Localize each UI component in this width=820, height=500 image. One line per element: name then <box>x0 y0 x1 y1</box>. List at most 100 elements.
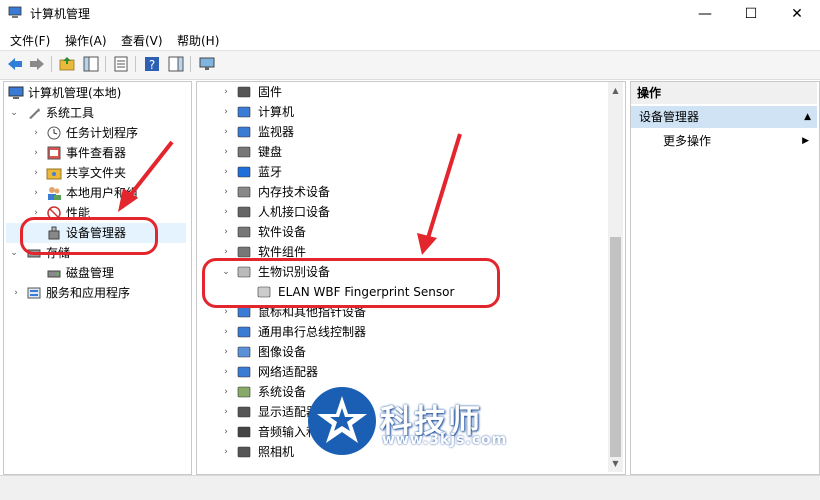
chevron-right-icon[interactable]: › <box>220 202 232 222</box>
watermark-url: www.3kjs.com <box>382 432 508 448</box>
device-category-memory-tech[interactable]: › 内存技术设备 <box>196 182 606 202</box>
menu-file[interactable]: 文件(F) <box>10 32 50 49</box>
computer-icon <box>237 106 251 118</box>
tree-disk-management[interactable]: 磁盘管理 <box>6 263 186 283</box>
disk-management-label: 磁盘管理 <box>66 266 115 280</box>
menu-action[interactable]: 操作(A) <box>65 32 107 49</box>
chevron-right-icon[interactable]: › <box>30 123 42 143</box>
tree-item-task-scheduler[interactable]: › 任务计划程序 <box>6 123 186 143</box>
tree-root-label: 计算机管理(本地) <box>28 86 122 100</box>
device-category-network-adapters[interactable]: › 网络适配器 <box>196 362 606 382</box>
device-category-computer[interactable]: › 计算机 <box>196 102 606 122</box>
device-category-label: 蓝牙 <box>258 165 283 179</box>
collapse-up-icon[interactable]: ▲ <box>804 106 811 128</box>
monitor-icon <box>237 126 251 138</box>
bluetooth-icon <box>237 166 251 178</box>
tree-item-event-viewer[interactable]: › 事件查看器 <box>6 143 186 163</box>
chevron-right-icon[interactable]: › <box>220 122 232 142</box>
properties-icon[interactable] <box>112 55 130 73</box>
device-category-imaging[interactable]: › 图像设备 <box>196 342 606 362</box>
help-icon[interactable]: ? <box>143 55 161 73</box>
chevron-right-icon[interactable]: › <box>220 342 232 362</box>
tree-item-label: 任务计划程序 <box>66 126 139 140</box>
chevron-right-icon[interactable]: › <box>220 402 232 422</box>
chevron-right-icon[interactable]: › <box>220 362 232 382</box>
chevron-right-icon[interactable]: › <box>220 422 232 442</box>
chevron-right-icon[interactable]: › <box>220 142 232 162</box>
chevron-right-icon[interactable]: › <box>220 382 232 402</box>
scroll-down-icon[interactable]: ▼ <box>608 456 623 471</box>
chevron-right-icon[interactable]: › <box>220 182 232 202</box>
svg-text:?: ? <box>149 58 155 72</box>
forward-arrow-icon[interactable] <box>28 55 46 73</box>
toolbar-separator <box>190 56 191 72</box>
chevron-right-icon[interactable]: › <box>220 222 232 242</box>
device-category-hid[interactable]: › 人机接口设备 <box>196 202 606 222</box>
watermark-star-logo-icon <box>308 387 376 455</box>
memory-tech-icon <box>237 186 251 198</box>
actions-header-label: 操作 <box>637 86 662 100</box>
device-category-bluetooth[interactable]: › 蓝牙 <box>196 162 606 182</box>
usb-controllers-icon <box>237 326 251 338</box>
device-category-monitor[interactable]: › 监视器 <box>196 122 606 142</box>
chevron-right-icon[interactable]: › <box>220 442 232 462</box>
chevron-right-icon[interactable]: › <box>30 183 42 203</box>
chevron-down-icon[interactable]: ⌄ <box>8 103 20 123</box>
console-tree-pane: 计算机管理(本地) ⌄ 系统工具 › 任务计划程序 › 事件查看器 › 共享文件… <box>3 81 192 475</box>
chevron-right-icon[interactable]: › <box>220 322 232 342</box>
computer-management-icon <box>8 6 22 18</box>
device-category-label: 照相机 <box>258 445 295 459</box>
device-category-firmware[interactable]: › 固件 <box>196 82 606 102</box>
actions-section-device-manager[interactable]: 设备管理器 ▲ <box>631 106 817 128</box>
device-category-label: 网络适配器 <box>258 365 319 379</box>
imaging-icon <box>237 346 251 358</box>
chevron-right-icon[interactable]: › <box>220 82 232 102</box>
action-pane-icon[interactable] <box>167 55 185 73</box>
shared-folder-icon <box>46 168 62 180</box>
computer-management-icon <box>8 86 24 99</box>
device-category-usb-controllers[interactable]: › 通用串行总线控制器 <box>196 322 606 342</box>
window-title: 计算机管理 <box>30 7 91 21</box>
tree-item-label: 本地用户和组 <box>66 186 139 200</box>
maximize-button[interactable]: ☐ <box>728 0 774 28</box>
network-adapters-icon <box>237 366 251 378</box>
highlight-device-manager-box <box>20 217 158 255</box>
tree-item-shared-folders[interactable]: › 共享文件夹 <box>6 163 186 183</box>
back-arrow-icon[interactable] <box>6 55 24 73</box>
status-bar <box>0 475 820 500</box>
disk-icon <box>47 270 61 278</box>
cameras-icon <box>237 446 251 458</box>
chevron-right-icon[interactable]: › <box>220 162 232 182</box>
show-hide-tree-icon[interactable] <box>82 55 100 73</box>
monitor-icon[interactable] <box>198 55 216 73</box>
chevron-right-icon[interactable]: › <box>30 163 42 183</box>
tree-item-local-users[interactable]: › 本地用户和组 <box>6 183 186 203</box>
menu-view[interactable]: 查看(V) <box>121 32 163 49</box>
more-actions-item[interactable]: 更多操作 ▶ <box>631 131 817 151</box>
tree-system-tools[interactable]: ⌄ 系统工具 <box>6 103 186 123</box>
services-icon <box>27 287 41 299</box>
menu-help[interactable]: 帮助(H) <box>177 32 219 49</box>
chevron-down-icon[interactable]: ⌄ <box>8 243 20 263</box>
scroll-up-icon[interactable]: ▲ <box>608 83 623 98</box>
firmware-icon <box>237 86 251 98</box>
tree-root[interactable]: 计算机管理(本地) <box>6 83 186 103</box>
close-button[interactable]: ✕ <box>774 0 820 28</box>
system-tools-label: 系统工具 <box>46 106 95 120</box>
chevron-right-icon[interactable]: › <box>220 102 232 122</box>
more-actions-label: 更多操作 <box>663 134 712 148</box>
tree-services[interactable]: › 服务和应用程序 <box>6 283 186 303</box>
chevron-right-icon[interactable]: › <box>30 143 42 163</box>
display-adapters-icon <box>237 406 251 418</box>
minimize-button[interactable]: — <box>682 0 728 28</box>
device-category-software-devices[interactable]: › 软件设备 <box>196 222 606 242</box>
device-category-label: 图像设备 <box>258 345 307 359</box>
scrollbar-thumb[interactable] <box>610 237 621 457</box>
chevron-right-icon[interactable]: › <box>10 283 22 303</box>
actions-section-label: 设备管理器 <box>639 110 700 124</box>
software-devices-icon <box>237 226 251 238</box>
device-category-label: 软件设备 <box>258 225 307 239</box>
up-folder-icon[interactable] <box>58 55 76 73</box>
highlight-biometric-box <box>202 258 500 308</box>
device-category-keyboard[interactable]: › 键盘 <box>196 142 606 162</box>
